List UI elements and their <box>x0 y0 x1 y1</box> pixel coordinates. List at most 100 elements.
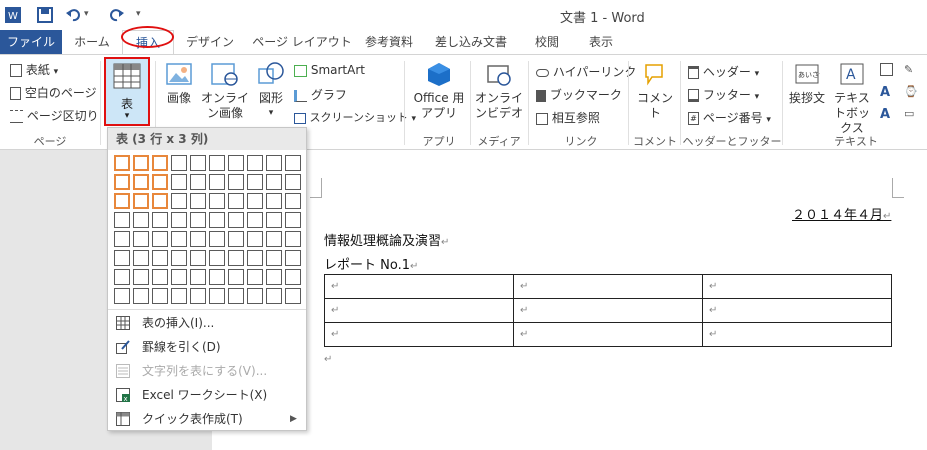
grid-cell[interactable] <box>171 250 187 266</box>
grid-cell[interactable] <box>209 212 225 228</box>
grid-cell[interactable] <box>228 288 244 304</box>
grid-cell[interactable] <box>114 193 130 209</box>
grid-cell[interactable] <box>171 288 187 304</box>
grid-cell[interactable] <box>228 250 244 266</box>
doc-date[interactable]: ２０１４年４月↵ <box>792 204 891 223</box>
undo-icon[interactable] <box>64 6 82 24</box>
grid-cell[interactable] <box>190 174 206 190</box>
grid-cell[interactable] <box>266 155 282 171</box>
tab-file[interactable]: ファイル <box>0 30 62 54</box>
grid-cell[interactable] <box>133 155 149 171</box>
grid-cell[interactable] <box>114 288 130 304</box>
table-cell[interactable]: ↵ <box>702 274 892 299</box>
screenshot-button[interactable]: スクリーンショット ▾ <box>294 109 416 125</box>
grid-cell[interactable] <box>228 155 244 171</box>
insert-table-item[interactable]: 表の挿入(I)... <box>108 311 306 335</box>
grid-cell[interactable] <box>114 250 130 266</box>
grid-cell[interactable] <box>133 193 149 209</box>
table-button[interactable]: 表 ▾ <box>104 57 150 126</box>
online-image-button[interactable]: オンライン画像 <box>200 61 250 121</box>
grid-cell[interactable] <box>171 269 187 285</box>
grid-cell[interactable] <box>152 288 168 304</box>
grid-cell[interactable] <box>133 250 149 266</box>
grid-cell[interactable] <box>171 231 187 247</box>
online-video-button[interactable]: オンラインビデオ <box>474 61 524 121</box>
grid-cell[interactable] <box>228 193 244 209</box>
grid-cell[interactable] <box>133 288 149 304</box>
shapes-button[interactable]: 図形 ▾ <box>254 61 288 121</box>
grid-cell[interactable] <box>285 288 301 304</box>
grid-cell[interactable] <box>133 174 149 190</box>
doc-table[interactable]: ↵ ↵ ↵ ↵ ↵ ↵ ↵ ↵ ↵ <box>324 274 892 347</box>
grid-cell[interactable] <box>114 174 130 190</box>
bookmark-button[interactable]: ブックマーク <box>536 86 622 103</box>
grid-cell[interactable] <box>285 174 301 190</box>
grid-cell[interactable] <box>285 231 301 247</box>
grid-cell[interactable] <box>209 288 225 304</box>
grid-cell[interactable] <box>114 212 130 228</box>
grid-cell[interactable] <box>190 288 206 304</box>
grid-cell[interactable] <box>247 250 263 266</box>
comment-button[interactable]: コメント <box>632 61 678 121</box>
redo-icon[interactable] <box>108 6 126 24</box>
grid-cell[interactable] <box>209 193 225 209</box>
grid-cell[interactable] <box>285 250 301 266</box>
grid-cell[interactable] <box>152 174 168 190</box>
drop-cap-icon[interactable]: A <box>880 107 890 122</box>
cross-reference-button[interactable]: 相互参照 <box>536 109 600 126</box>
document-page[interactable]: ２０１４年４月↵ 情報処理概論及演習↵ レポート No.1↵ ↵ ↵ ↵ ↵ ↵… <box>212 150 927 450</box>
customize-qat-icon[interactable]: ▾ <box>136 9 141 19</box>
tab-home[interactable]: ホーム <box>66 30 118 54</box>
grid-cell[interactable] <box>228 269 244 285</box>
grid-cell[interactable] <box>190 250 206 266</box>
tab-design[interactable]: デザイン <box>180 30 240 54</box>
tab-view[interactable]: 表示 <box>578 30 624 54</box>
grid-cell[interactable] <box>152 155 168 171</box>
grid-cell[interactable] <box>285 155 301 171</box>
greeting-button[interactable]: あいさつ 挨拶文 <box>786 61 828 106</box>
table-cell[interactable]: ↵ <box>513 274 703 299</box>
footer-button[interactable]: フッター ▾ <box>688 86 759 103</box>
cover-page-button[interactable]: 表紙 ▾ <box>10 61 58 78</box>
grid-cell[interactable] <box>209 231 225 247</box>
table-cell[interactable]: ↵ <box>324 322 514 347</box>
grid-cell[interactable] <box>133 231 149 247</box>
table-cell[interactable]: ↵ <box>324 298 514 323</box>
tab-review[interactable]: 校閲 <box>524 30 570 54</box>
quick-parts-icon[interactable] <box>880 63 893 79</box>
signature-line-icon[interactable]: ✎ <box>904 63 913 76</box>
grid-cell[interactable] <box>209 155 225 171</box>
grid-cell[interactable] <box>285 269 301 285</box>
doc-line-report[interactable]: レポート No.1↵ <box>324 254 418 273</box>
grid-cell[interactable] <box>266 193 282 209</box>
grid-cell[interactable] <box>190 231 206 247</box>
header-button[interactable]: ヘッダー ▾ <box>688 63 759 80</box>
smartart-button[interactable]: SmartArt <box>294 63 365 77</box>
grid-cell[interactable] <box>285 193 301 209</box>
table-cell[interactable]: ↵ <box>702 298 892 323</box>
grid-cell[interactable] <box>171 212 187 228</box>
blank-page-button[interactable]: 空白のページ <box>10 84 97 101</box>
grid-cell[interactable] <box>247 174 263 190</box>
grid-cell[interactable] <box>152 231 168 247</box>
grid-cell[interactable] <box>247 155 263 171</box>
quick-tables-item[interactable]: クイック表作成(T) ▶ <box>108 407 306 431</box>
grid-cell[interactable] <box>285 212 301 228</box>
grid-cell[interactable] <box>209 250 225 266</box>
grid-cell[interactable] <box>133 269 149 285</box>
hyperlink-button[interactable]: ハイパーリンク <box>536 63 636 80</box>
grid-cell[interactable] <box>266 212 282 228</box>
tab-page-layout[interactable]: ページ レイアウト <box>246 30 358 54</box>
grid-cell[interactable] <box>190 155 206 171</box>
grid-cell[interactable] <box>133 212 149 228</box>
grid-cell[interactable] <box>247 269 263 285</box>
grid-cell[interactable] <box>171 174 187 190</box>
office-apps-button[interactable]: Office 用アプリ <box>410 61 468 121</box>
grid-cell[interactable] <box>152 212 168 228</box>
grid-cell[interactable] <box>114 155 130 171</box>
grid-cell[interactable] <box>266 288 282 304</box>
textbox-button[interactable]: A テキストボックス <box>830 61 874 136</box>
grid-cell[interactable] <box>171 155 187 171</box>
draw-table-item[interactable]: 罫線を引く(D) <box>108 335 306 359</box>
grid-cell[interactable] <box>228 174 244 190</box>
